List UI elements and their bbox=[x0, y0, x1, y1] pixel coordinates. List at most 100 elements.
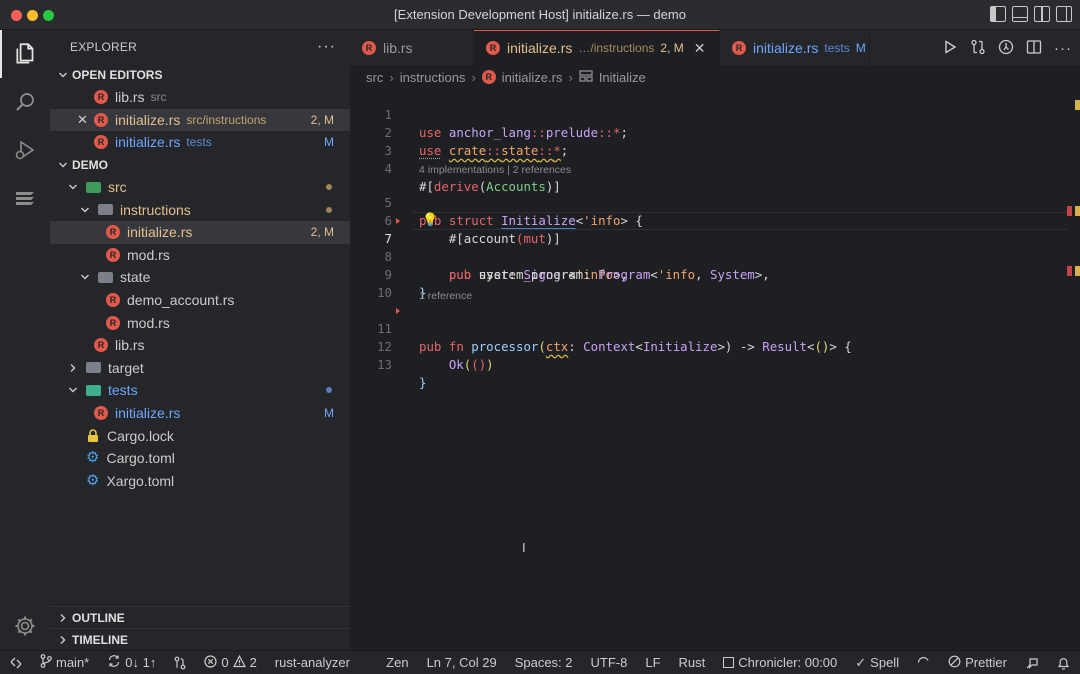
explorer-icon[interactable] bbox=[0, 30, 50, 78]
tree-file-lib[interactable]: R lib.rs bbox=[50, 334, 350, 357]
gear-icon[interactable] bbox=[0, 602, 50, 650]
problems-indicator[interactable]: 0 2 bbox=[195, 651, 265, 674]
outline-section-header[interactable]: OUTLINE bbox=[50, 606, 350, 628]
error-icon bbox=[204, 655, 217, 671]
git-sync[interactable]: 0↓ 1↑ bbox=[98, 651, 165, 674]
code-line: 3 bbox=[350, 124, 1070, 142]
tree-folder-state[interactable]: state bbox=[50, 266, 350, 289]
chevron-down-icon bbox=[78, 270, 92, 284]
codelens-references[interactable]: 1 reference bbox=[419, 289, 472, 303]
indentation[interactable]: Spaces: 2 bbox=[506, 651, 582, 674]
gear-icon: ⚙ bbox=[86, 474, 99, 488]
breadcrumb-item[interactable]: initialize.rs bbox=[502, 70, 563, 85]
code-line: 13 } bbox=[350, 338, 1070, 356]
breadcrumb-item[interactable]: src bbox=[366, 70, 383, 85]
tree-folder-target[interactable]: target bbox=[50, 357, 350, 380]
tab-initialize-rs-tests[interactable]: R initialize.rs tests M bbox=[720, 30, 870, 65]
chevron-right-icon bbox=[66, 361, 80, 375]
feedback-icon[interactable] bbox=[1016, 651, 1048, 674]
breakpoint-marker-icon bbox=[396, 308, 401, 314]
spell-check-status[interactable]: ✓ Spell bbox=[846, 651, 908, 674]
code-line: 4 #[derive(Accounts)] bbox=[350, 142, 1070, 160]
search-icon[interactable] bbox=[0, 78, 50, 126]
breadcrumb-item[interactable]: instructions bbox=[400, 70, 466, 85]
anchor-icon[interactable] bbox=[0, 174, 50, 222]
chevron-right-icon bbox=[56, 633, 70, 647]
run-icon[interactable] bbox=[942, 39, 958, 58]
check-icon: ✓ bbox=[855, 655, 866, 671]
lock-icon bbox=[86, 429, 100, 443]
chevron-right-icon bbox=[56, 611, 70, 625]
tree-folder-src[interactable]: src bbox=[50, 176, 350, 199]
codelens-references[interactable]: 4 implementations | 2 references bbox=[419, 163, 571, 177]
more-actions-icon[interactable]: ··· bbox=[1054, 40, 1072, 57]
rust-file-icon: R bbox=[106, 316, 120, 330]
close-tab-icon[interactable]: ✕ bbox=[694, 40, 706, 57]
chevron-right-icon: › bbox=[471, 70, 475, 85]
toggle-secondary-sidebar-icon[interactable] bbox=[1034, 6, 1050, 22]
tree-file-cargo-toml[interactable]: ⚙ Cargo.toml bbox=[50, 447, 350, 470]
struct-icon bbox=[579, 70, 593, 85]
explorer-sidebar: EXPLORER ··· OPEN EDITORS R lib.rs src ✕… bbox=[50, 30, 350, 650]
open-editors-section-header[interactable]: OPEN EDITORS bbox=[50, 64, 350, 86]
toggle-panel-icon[interactable] bbox=[1012, 6, 1028, 22]
folder-target-icon bbox=[86, 362, 101, 373]
cursor-position[interactable]: Ln 7, Col 29 bbox=[418, 651, 506, 674]
gear-icon: ⚙ bbox=[86, 451, 99, 465]
code-line: 9 } bbox=[350, 248, 1070, 266]
rust-file-icon: R bbox=[482, 70, 496, 84]
editor-group: R lib.rs R initialize.rs …/instructions … bbox=[350, 30, 1080, 650]
end-of-line[interactable]: LF bbox=[636, 651, 669, 674]
remote-indicator-icon[interactable] bbox=[0, 651, 31, 674]
tree-file-cargo-lock[interactable]: Cargo.lock bbox=[50, 424, 350, 447]
tree-file-xargo-toml[interactable]: ⚙ Xargo.toml bbox=[50, 470, 350, 493]
tree-folder-instructions[interactable]: instructions bbox=[50, 198, 350, 221]
timeline-icon[interactable] bbox=[998, 39, 1014, 58]
rust-file-icon: R bbox=[486, 41, 500, 55]
notifications-bell-icon[interactable] bbox=[1048, 651, 1080, 674]
tree-file-mod[interactable]: R mod.rs bbox=[50, 311, 350, 334]
title-bar: [Extension Development Host] initialize.… bbox=[0, 0, 1080, 30]
compare-changes-icon[interactable] bbox=[970, 39, 986, 58]
explorer-title: EXPLORER bbox=[70, 40, 137, 54]
chronicler-status[interactable]: Chronicler: 00:00 bbox=[714, 651, 846, 674]
breakpoint-marker-icon bbox=[396, 218, 401, 224]
lightbulb-icon[interactable]: 💡 bbox=[422, 212, 438, 230]
code-line: 1 use anchor_lang::prelude::*; bbox=[350, 88, 1070, 106]
tree-folder-tests[interactable]: tests bbox=[50, 379, 350, 402]
workspace-section-header[interactable]: DEMO bbox=[50, 154, 350, 176]
run-and-debug-icon[interactable] bbox=[0, 126, 50, 174]
tab-lib-rs[interactable]: R lib.rs bbox=[350, 30, 474, 65]
tree-file-demo-account[interactable]: R demo_account.rs bbox=[50, 289, 350, 312]
open-editor-item[interactable]: ✕ R initialize.rs src/instructions 2, M bbox=[50, 109, 350, 132]
tab-initialize-rs-instructions[interactable]: R initialize.rs …/instructions 2, M ✕ bbox=[474, 30, 720, 65]
rust-analyzer-status[interactable]: rust-analyzer bbox=[266, 651, 359, 674]
breadcrumb: src › instructions › R initialize.rs › I… bbox=[366, 68, 646, 86]
code-line: 10 bbox=[350, 266, 1070, 284]
split-editor-icon[interactable] bbox=[1026, 39, 1042, 58]
language-mode[interactable]: Rust bbox=[670, 651, 715, 674]
rust-file-icon: R bbox=[94, 113, 108, 127]
zen-mode-toggle[interactable]: Zen bbox=[377, 651, 417, 674]
overview-ruler[interactable] bbox=[1066, 88, 1080, 648]
code-line-current: 7 💡 pub user: Signer<'info>, bbox=[350, 212, 1070, 230]
prettier-status[interactable]: Prettier bbox=[939, 651, 1016, 674]
customize-layout-icon[interactable] bbox=[1056, 6, 1072, 22]
timeline-section-header[interactable]: TIMELINE bbox=[50, 628, 350, 650]
git-branch[interactable]: main* bbox=[31, 651, 98, 674]
code-line: 11 pub fn processor(ctx: Context<Initial… bbox=[350, 302, 1070, 320]
open-editor-item[interactable]: R initialize.rs tests M bbox=[50, 131, 350, 154]
breadcrumb-item[interactable]: Initialize bbox=[599, 70, 646, 85]
encoding[interactable]: UTF-8 bbox=[582, 651, 637, 674]
status-bar: main* 0↓ 1↑ 0 2 rust-analyzer Zen Ln 7, … bbox=[0, 650, 1080, 674]
tree-file-mod[interactable]: R mod.rs bbox=[50, 244, 350, 267]
tree-file-initialize-test[interactable]: R initialize.rs M bbox=[50, 402, 350, 425]
more-actions-icon[interactable]: ··· bbox=[317, 38, 336, 56]
close-icon[interactable]: ✕ bbox=[77, 112, 94, 128]
code-line: 12 Ok(()) bbox=[350, 320, 1070, 338]
open-editor-item[interactable]: R lib.rs src bbox=[50, 86, 350, 109]
tab-bar: R lib.rs R initialize.rs …/instructions … bbox=[350, 30, 1080, 65]
tree-file-initialize[interactable]: R initialize.rs 2, M bbox=[50, 221, 350, 244]
source-control-icon[interactable] bbox=[165, 651, 195, 674]
toggle-primary-sidebar-icon[interactable] bbox=[990, 6, 1006, 22]
